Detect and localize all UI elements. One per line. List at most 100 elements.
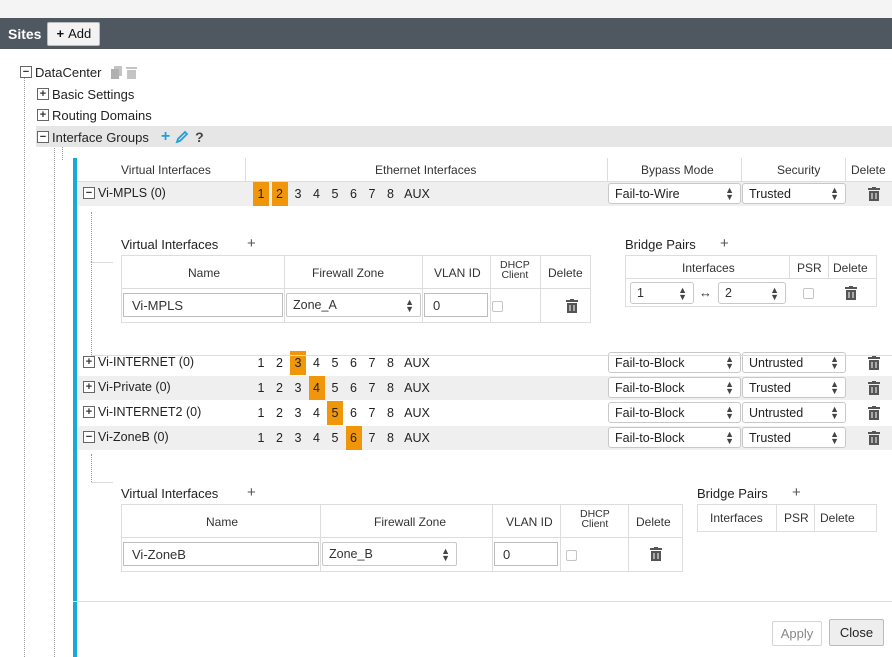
bypass-mode-select[interactable]: Fail-to-Block ▲ ▼	[608, 377, 741, 398]
bridge-left-select[interactable]: 1 ▲ ▼	[630, 282, 694, 304]
trash-icon[interactable]	[566, 299, 578, 313]
trash-icon[interactable]	[126, 66, 138, 79]
header-bypass-mode: Bypass Mode	[641, 163, 714, 177]
help-icon[interactable]: ?	[195, 129, 204, 145]
trash-icon[interactable]	[868, 187, 880, 201]
security-select[interactable]: Trusted ▲ ▼	[742, 377, 846, 398]
copy-icon[interactable]	[111, 65, 123, 79]
ethernet-port-1[interactable]: 1	[253, 376, 269, 400]
psr-checkbox[interactable]	[803, 288, 814, 299]
ethernet-port-2[interactable]: 2	[272, 426, 288, 450]
close-button[interactable]: Close	[829, 619, 884, 646]
ethernet-port-3[interactable]: 3	[290, 426, 306, 450]
ethernet-port-5[interactable]: 5	[327, 376, 343, 400]
bypass-mode-select[interactable]: Fail-to-Block ▲ ▼	[608, 427, 741, 448]
name-input[interactable]: Vi-MPLS	[123, 293, 283, 317]
ethernet-port-aux[interactable]: AUX	[401, 426, 433, 450]
expand-icon[interactable]: +	[83, 356, 95, 368]
header-virtual-interfaces: Virtual Interfaces	[121, 163, 211, 177]
security-value: Trusted	[749, 430, 791, 445]
ethernet-ports: 1 2 3 4 5 6 7 8 AUX	[253, 182, 436, 206]
ethernet-port-1[interactable]: 1	[253, 401, 269, 425]
add-icon[interactable]: +	[161, 128, 170, 146]
add-bridge-pair-icon[interactable]: +	[720, 235, 729, 252]
ethernet-port-1[interactable]: 1	[253, 182, 269, 206]
vi-name-label: Vi-ZoneB (0)	[98, 430, 169, 444]
ethernet-port-6[interactable]: 6	[346, 401, 362, 425]
ethernet-port-8[interactable]: 8	[383, 401, 399, 425]
ethernet-port-7[interactable]: 7	[364, 182, 380, 206]
ethernet-port-7[interactable]: 7	[364, 401, 380, 425]
security-select[interactable]: Trusted ▲ ▼	[742, 183, 846, 204]
name-input[interactable]: Vi-ZoneB	[123, 542, 319, 566]
vlan-id-input[interactable]: 0	[494, 542, 558, 566]
ethernet-port-7[interactable]: 7	[364, 376, 380, 400]
security-select[interactable]: Untrusted ▲ ▼	[742, 402, 846, 423]
add-bridge-pair-icon[interactable]: +	[792, 484, 801, 501]
select-arrows-icon: ▲ ▼	[830, 185, 839, 202]
ethernet-port-3[interactable]: 3	[290, 182, 306, 206]
vi-name: − Vi-MPLS (0)	[83, 186, 166, 200]
tree-node-routing-domains[interactable]: + Routing Domains	[37, 106, 152, 124]
table-header: Virtual Interfaces Ethernet Interfaces B…	[77, 158, 892, 182]
tree-node-basic-settings[interactable]: + Basic Settings	[37, 85, 134, 103]
dhcp-client-checkbox[interactable]	[492, 301, 503, 312]
expand-icon[interactable]: +	[83, 381, 95, 393]
ethernet-port-8[interactable]: 8	[383, 376, 399, 400]
add-virtual-interface-icon[interactable]: +	[247, 484, 256, 501]
vlan-id-input[interactable]: 0	[424, 293, 488, 317]
ethernet-port-4[interactable]: 4	[309, 182, 325, 206]
ethernet-port-3[interactable]: 3	[290, 401, 306, 425]
ethernet-port-4[interactable]: 4	[309, 401, 325, 425]
trash-icon[interactable]	[845, 286, 857, 300]
trash-icon[interactable]	[868, 406, 880, 420]
tree-node-datacenter[interactable]: − DataCenter	[20, 63, 138, 81]
security-value: Untrusted	[749, 405, 804, 420]
trash-icon[interactable]	[868, 356, 880, 370]
bypass-mode-value: Fail-to-Block	[615, 430, 685, 445]
ethernet-port-2[interactable]: 2	[271, 182, 288, 206]
add-site-button[interactable]: + Add	[47, 21, 101, 46]
firewall-zone-select[interactable]: Zone_B ▲ ▼	[322, 542, 457, 566]
trash-icon[interactable]	[650, 547, 662, 561]
detail-divider	[73, 601, 892, 602]
collapse-icon[interactable]: −	[20, 66, 32, 78]
apply-button[interactable]: Apply	[772, 621, 822, 646]
expand-icon[interactable]: +	[37, 109, 49, 121]
ethernet-port-6[interactable]: 6	[345, 426, 362, 450]
add-virtual-interface-icon[interactable]: +	[247, 235, 256, 252]
ethernet-port-5[interactable]: 5	[327, 426, 343, 450]
tree-node-interface-groups[interactable]: − Interface Groups + ?	[37, 128, 204, 146]
trash-icon[interactable]	[868, 431, 880, 445]
ethernet-port-8[interactable]: 8	[383, 426, 399, 450]
ethernet-port-2[interactable]: 2	[272, 376, 288, 400]
ethernet-port-7[interactable]: 7	[364, 426, 380, 450]
collapse-icon[interactable]: −	[37, 131, 49, 143]
ethernet-port-4[interactable]: 4	[309, 426, 325, 450]
bypass-mode-select[interactable]: Fail-to-Wire ▲ ▼	[608, 183, 741, 204]
expand-icon[interactable]: +	[83, 406, 95, 418]
ethernet-port-4[interactable]: 4	[308, 376, 325, 400]
ethernet-port-6[interactable]: 6	[346, 182, 362, 206]
ethernet-port-aux[interactable]: AUX	[401, 401, 433, 425]
bypass-mode-select[interactable]: Fail-to-Block ▲ ▼	[608, 402, 741, 423]
ethernet-port-aux[interactable]: AUX	[401, 182, 433, 206]
collapse-icon[interactable]: −	[83, 187, 95, 199]
ethernet-port-1[interactable]: 1	[253, 426, 269, 450]
ethernet-port-2[interactable]: 2	[272, 401, 288, 425]
ethernet-port-5[interactable]: 5	[327, 401, 343, 425]
dhcp-client-checkbox[interactable]	[566, 550, 577, 561]
collapse-icon[interactable]: −	[83, 431, 95, 443]
ethernet-port-aux[interactable]: AUX	[401, 376, 433, 400]
select-arrows-icon: ▲ ▼	[725, 379, 734, 396]
expand-icon[interactable]: +	[37, 88, 49, 100]
edit-pencil-icon[interactable]	[175, 130, 189, 144]
ethernet-port-8[interactable]: 8	[383, 182, 399, 206]
ethernet-port-3[interactable]: 3	[290, 376, 306, 400]
ethernet-port-5[interactable]: 5	[327, 182, 343, 206]
firewall-zone-select[interactable]: Zone_A ▲ ▼	[286, 293, 421, 317]
trash-icon[interactable]	[868, 381, 880, 395]
bridge-right-select[interactable]: 2 ▲ ▼	[718, 282, 786, 304]
security-select[interactable]: Trusted ▲ ▼	[742, 427, 846, 448]
ethernet-port-6[interactable]: 6	[346, 376, 362, 400]
